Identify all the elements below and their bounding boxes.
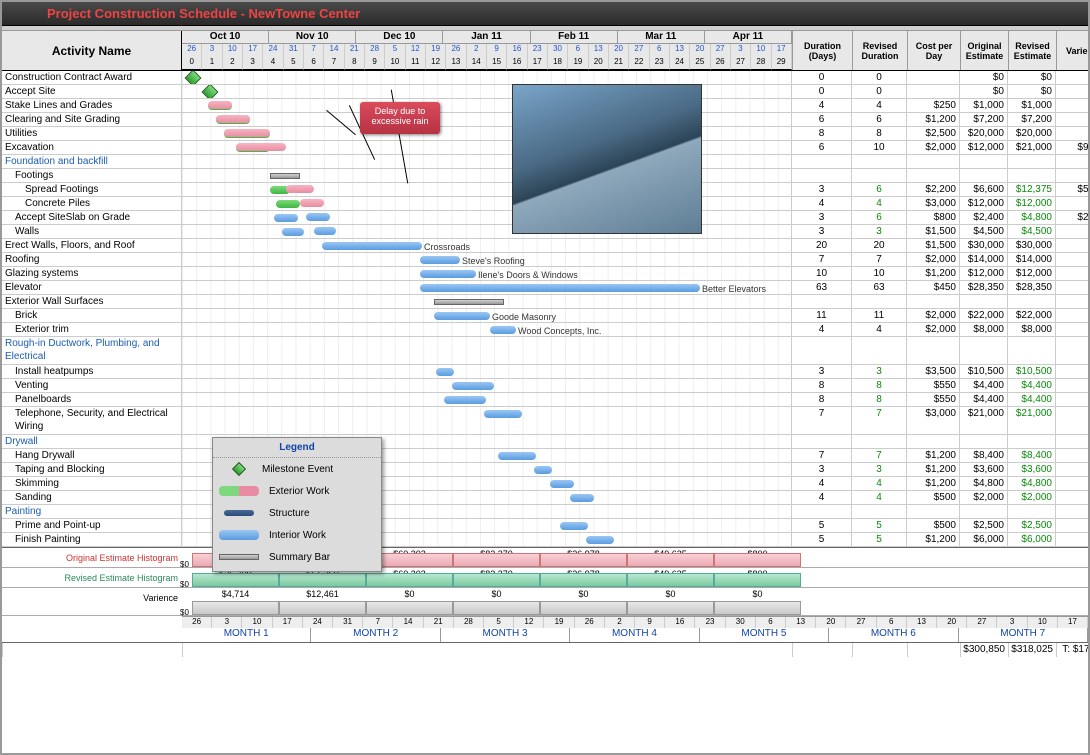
hist-label-revised: Revised Estimate Histogram [2, 568, 182, 587]
activity-name: Footings [2, 169, 182, 182]
gantt-row[interactable]: RoofingSteve's Roofing77$2,000$14,000$14… [2, 253, 1088, 267]
activity-name: Panelboards [2, 393, 182, 406]
gantt-row[interactable]: Venting88$550$4,400$4,400 [2, 379, 1088, 393]
gantt-cell: Goode Masonry [182, 309, 792, 322]
activity-name: Venting [2, 379, 182, 392]
activity-name: Roofing [2, 253, 182, 266]
gantt-row[interactable]: Sanding44$500$2,000$2,000 [2, 491, 1088, 505]
gantt-row[interactable]: Painting [2, 505, 1088, 519]
gantt-row[interactable]: Hang Drywall77$1,200$8,400$8,400 [2, 449, 1088, 463]
gantt-row[interactable]: Install heatpumps33$3,500$10,500$10,500 [2, 365, 1088, 379]
header-activity: Activity Name [2, 31, 182, 70]
title-bar: Project Construction Schedule - NewTowne… [2, 2, 1088, 26]
activity-name: Concrete Piles [2, 197, 182, 210]
gantt-cell [182, 365, 792, 378]
activity-name: Taping and Blocking [2, 463, 182, 476]
activity-name: Accept SiteSlab on Grade [2, 211, 182, 224]
header-revised-duration: Revised Duration [852, 31, 907, 70]
activity-name: Exterior trim [2, 323, 182, 336]
activity-name: Foundation and backfill [2, 155, 182, 168]
gantt-row[interactable]: Drywall [2, 435, 1088, 449]
activity-name: Rough-in Ductwork, Plumbing, and Electri… [2, 337, 182, 364]
gantt-cell [182, 71, 792, 84]
activity-name: Glazing systems [2, 267, 182, 280]
header-cost-per-day: Cost per Day [907, 31, 960, 70]
activity-name: Install heatpumps [2, 365, 182, 378]
gantt-row[interactable]: Construction Contract Award00$0$0 [2, 71, 1088, 85]
totals-row: $300,850 $318,025 T: $17,175 [2, 642, 1088, 656]
header-revised-estimate: Revised Estimate [1008, 31, 1056, 70]
activity-name: Drywall [2, 435, 182, 448]
building-image [512, 84, 702, 234]
activity-name: Prime and Point-up [2, 519, 182, 532]
activity-name: Excavation [2, 141, 182, 154]
header-original-estimate: Original Estimate [960, 31, 1008, 70]
gantt-cell: Ilene's Doors & Windows [182, 267, 792, 280]
activity-name: Clearing and Site Grading [2, 113, 182, 126]
total-revised: $318,025 [1008, 643, 1056, 657]
gantt-cell: Steve's Roofing [182, 253, 792, 266]
gantt-row[interactable]: ElevatorBetter Elevators6363$450$28,350$… [2, 281, 1088, 295]
header-duration: Duration (Days) [792, 31, 852, 70]
gantt-cell [182, 337, 792, 364]
activity-name: Stake Lines and Grades [2, 99, 182, 112]
activity-name: Spread Footings [2, 183, 182, 196]
header-variance: Varience [1056, 31, 1090, 70]
gantt-row[interactable]: Exterior trimWood Concepts, Inc.44$2,000… [2, 323, 1088, 337]
gantt-row[interactable]: Glazing systemsIlene's Doors & Windows10… [2, 267, 1088, 281]
activity-name: Brick [2, 309, 182, 322]
gantt-row[interactable]: Panelboards88$550$4,400$4,400 [2, 393, 1088, 407]
gantt-row[interactable]: Finish Painting55$1,200$6,000$6,000 [2, 533, 1088, 547]
activity-name: Finish Painting [2, 533, 182, 546]
activity-name: Accept Site [2, 85, 182, 98]
annotation-delay[interactable]: Delay due to excessive rain [360, 102, 440, 134]
activity-name: Telephone, Security, and Electrical Wiri… [2, 407, 182, 434]
gantt-cell [182, 295, 792, 308]
gantt-row[interactable]: Rough-in Ductwork, Plumbing, and Electri… [2, 337, 1088, 365]
activity-name: Utilities [2, 127, 182, 140]
activity-name: Elevator [2, 281, 182, 294]
gantt-cell: Wood Concepts, Inc. [182, 323, 792, 336]
header-timeline: Oct 10Nov 10Dec 10Jan 11Feb 11Mar 11Apr … [182, 31, 792, 70]
legend-box[interactable]: Legend Milestone Event Exterior Work Str… [212, 437, 382, 572]
gantt-row[interactable]: Erect Walls, Floors, and RoofCrossroads2… [2, 239, 1088, 253]
activity-name: Sanding [2, 491, 182, 504]
activity-name: Exterior Wall Surfaces [2, 295, 182, 308]
activity-name: Walls [2, 225, 182, 238]
gantt-cell: Crossroads [182, 239, 792, 252]
activity-name: Skimming [2, 477, 182, 490]
activity-name: Hang Drywall [2, 449, 182, 462]
gantt-cell [182, 393, 792, 406]
hist-label-original: Original Estimate Histogram [2, 548, 182, 567]
activity-name: Painting [2, 505, 182, 518]
gantt-row[interactable]: Prime and Point-up55$500$2,500$2,500 [2, 519, 1088, 533]
app-root: Project Construction Schedule - NewTowne… [0, 0, 1090, 755]
gantt-cell [182, 379, 792, 392]
hist-label-variance: Varience [2, 588, 182, 615]
total-variance: T: $17,175 [1056, 643, 1090, 657]
total-original: $300,850 [960, 643, 1008, 657]
gantt-row[interactable]: Skimming44$1,200$4,800$4,800 [2, 477, 1088, 491]
activity-name: Erect Walls, Floors, and Roof [2, 239, 182, 252]
gantt-row[interactable]: Taping and Blocking33$1,200$3,600$3,600 [2, 463, 1088, 477]
gantt-row[interactable]: Exterior Wall Surfaces [2, 295, 1088, 309]
gantt-row[interactable]: Telephone, Security, and Electrical Wiri… [2, 407, 1088, 435]
gantt-cell [182, 407, 792, 434]
gantt-cell: Better Elevators [182, 281, 792, 294]
gantt-row[interactable]: BrickGoode Masonry1111$2,000$22,000$22,0… [2, 309, 1088, 323]
activity-name: Construction Contract Award [2, 71, 182, 84]
column-header-row: Activity Name Oct 10Nov 10Dec 10Jan 11Fe… [2, 31, 1088, 71]
histogram-section: Original Estimate Histogram $0$46,262$34… [2, 547, 1088, 642]
